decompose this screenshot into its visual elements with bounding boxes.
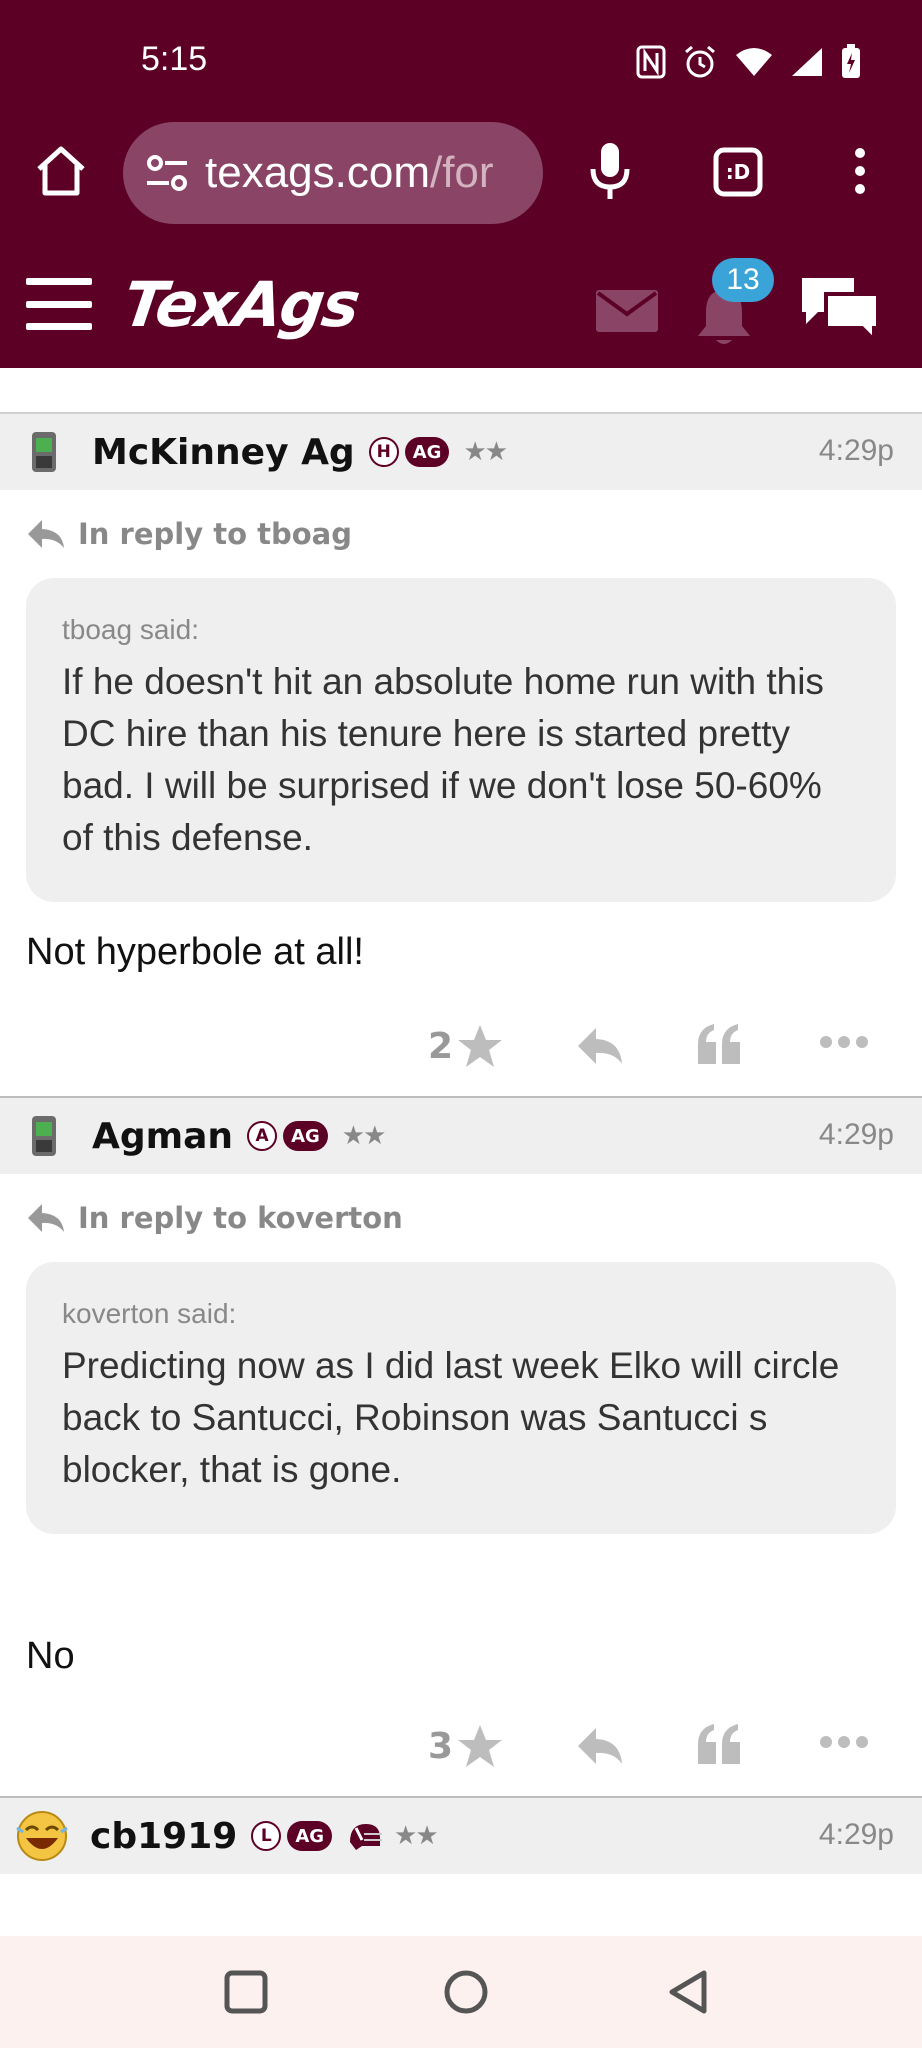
post: McKinney Ag H AG ★★ 4:29p In reply to tb…	[0, 414, 922, 1098]
post-username[interactable]: cb1919	[90, 1816, 237, 1857]
status-icons	[636, 40, 862, 84]
quote-text: Predicting now as I did last week Elko w…	[62, 1345, 840, 1490]
post-username[interactable]: McKinney Ag	[92, 432, 355, 473]
reply-icon[interactable]	[576, 1026, 624, 1066]
post-body: No	[26, 1635, 75, 1677]
thread-content: McKinney Ag H AG ★★ 4:29p In reply to tb…	[0, 368, 922, 1936]
signal-icon	[790, 46, 824, 78]
quote-author: koverton said:	[62, 1298, 237, 1329]
post-time[interactable]: 4:29p	[819, 1118, 894, 1152]
quote-icon[interactable]	[696, 1022, 742, 1068]
battery-charging-icon	[840, 44, 862, 80]
post-actions: 2	[0, 1002, 922, 1098]
mobile-phone-icon	[32, 432, 56, 472]
mail-icon[interactable]	[596, 290, 658, 332]
post-body: Not hyperbole at all!	[26, 931, 364, 973]
ag-badge: AG	[404, 437, 450, 467]
browser-chrome: 5:15 texags.com/for:D TexAgs 13	[0, 0, 922, 368]
reply-arrow-icon	[28, 520, 64, 548]
role-badge: L	[251, 1821, 282, 1851]
star-count: 3	[428, 1726, 454, 1767]
quote-block: tboag said: If he doesn't hit an absolut…	[26, 578, 896, 902]
tab-switcher-label: :D	[725, 160, 751, 184]
reply-icon[interactable]	[576, 1726, 624, 1766]
reply-to-text: In reply to tboag	[78, 517, 352, 551]
hamburger-menu-icon[interactable]	[26, 278, 92, 330]
overflow-menu-button[interactable]	[842, 136, 878, 206]
post-header: cb1919 L AG ★★ 4:29p	[0, 1798, 922, 1874]
system-nav-bar	[0, 1936, 922, 2048]
url-text: texags.com/for	[205, 148, 494, 198]
home-nav-button[interactable]	[438, 1964, 494, 2020]
role-badge: H	[368, 437, 399, 467]
reply-to-text: In reply to koverton	[78, 1201, 403, 1235]
star-icon[interactable]	[456, 1722, 504, 1770]
ag-badge: AG	[283, 1121, 328, 1151]
helmet-icon	[350, 1824, 383, 1850]
quote-block: koverton said: Predicting now as I did l…	[26, 1262, 896, 1534]
back-button[interactable]	[660, 1964, 716, 2020]
reply-arrow-icon	[28, 1204, 64, 1232]
alarm-icon	[682, 44, 718, 80]
post-header: McKinney Ag H AG ★★ 4:29p	[0, 414, 922, 490]
post-time[interactable]: 4:29p	[819, 434, 894, 468]
recents-button[interactable]	[218, 1964, 274, 2020]
quote-icon[interactable]	[696, 1722, 742, 1768]
url-host: texags.com	[205, 148, 430, 197]
quote-text: If he doesn't hit an absolute home run w…	[62, 661, 824, 858]
home-button[interactable]	[28, 138, 94, 204]
url-path: /for	[429, 148, 494, 197]
site-settings-icon[interactable]	[143, 149, 191, 197]
reply-to-link[interactable]: In reply to tboag	[0, 490, 922, 578]
notification-count-badge: 13	[712, 258, 774, 302]
rank-stars: ★★	[463, 437, 508, 467]
post: cb1919 L AG ★★ 4:29p	[0, 1798, 922, 1874]
tab-switcher-button[interactable]: :D	[706, 140, 770, 204]
rank-stars: ★★	[394, 1821, 439, 1851]
address-bar[interactable]: texags.com/for	[123, 122, 543, 224]
status-time: 5:15	[141, 40, 208, 78]
site-logo[interactable]: TexAgs	[119, 268, 363, 341]
square-icon	[224, 1970, 268, 2014]
star-icon[interactable]	[456, 1022, 504, 1070]
site-header: TexAgs 13	[0, 248, 922, 368]
circle-icon	[444, 1970, 488, 2014]
nfc-icon	[636, 45, 666, 79]
post-header: Agman A AG ★★ 4:29p	[0, 1098, 922, 1174]
rank-stars: ★★	[341, 1121, 387, 1151]
laughing-smiley-icon	[16, 1811, 68, 1861]
overflow-menu-icon	[855, 148, 865, 194]
mobile-phone-icon	[32, 1116, 56, 1156]
home-icon	[37, 146, 85, 196]
mic-icon	[590, 143, 630, 199]
voice-search-button[interactable]	[580, 136, 640, 206]
chat-icon[interactable]	[796, 272, 882, 344]
wifi-icon	[734, 46, 774, 78]
post-username[interactable]: Agman	[92, 1116, 233, 1157]
post-actions: 3	[0, 1686, 922, 1798]
quote-author: tboag said:	[62, 614, 199, 645]
more-options-icon[interactable]	[818, 1034, 870, 1050]
post: Agman A AG ★★ 4:29p In reply to koverton…	[0, 1098, 922, 1798]
role-badge: A	[247, 1121, 278, 1151]
status-bar: 5:15	[0, 0, 922, 120]
reply-to-link[interactable]: In reply to koverton	[0, 1174, 922, 1262]
more-options-icon[interactable]	[818, 1734, 870, 1750]
ag-badge: AG	[287, 1821, 333, 1851]
star-count: 2	[428, 1026, 454, 1067]
browser-toolbar: texags.com/for :D	[0, 120, 922, 226]
previous-post-actions	[0, 368, 922, 414]
post-time[interactable]: 4:29p	[819, 1818, 894, 1852]
back-triangle-icon	[669, 1970, 707, 2014]
